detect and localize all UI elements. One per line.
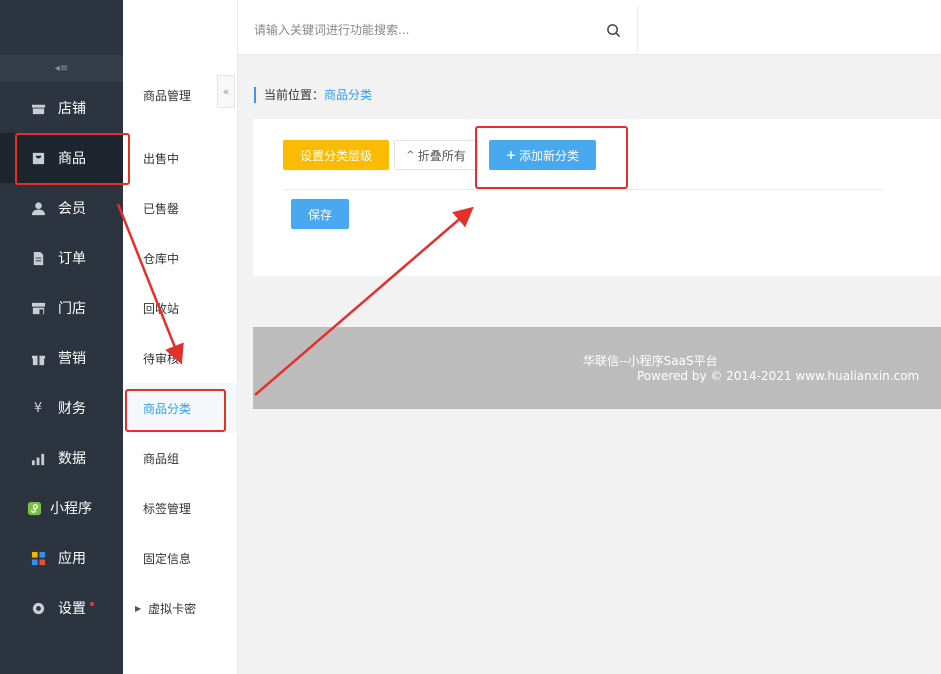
nav-item-store[interactable]: 门店: [0, 283, 123, 333]
nav-item-label: 财务: [58, 401, 86, 417]
nav-item-marketing[interactable]: 营销: [0, 333, 123, 383]
sub-item-label: 虚拟卡密: [148, 601, 197, 616]
sub-item-label: 已售罄: [143, 201, 180, 216]
nav-item-label: 店铺: [58, 101, 86, 117]
sub-item-label: 仓库中: [143, 251, 180, 266]
sub-sidebar: 商品管理 « 出售中 已售罄 仓库中 回收站 待审核 商品分类 商品组 标签管理…: [123, 0, 238, 674]
nav-item-apps[interactable]: 应用: [0, 533, 123, 583]
save-button[interactable]: 保存: [291, 199, 349, 229]
sub-item-goods-group[interactable]: 商品组: [123, 433, 237, 483]
shop-icon: [30, 100, 46, 116]
sub-item-label: 出售中: [143, 151, 180, 166]
breadcrumb-current[interactable]: 商品分类: [324, 88, 372, 102]
sub-item-label: 固定信息: [143, 551, 192, 566]
sidebar-collapse-toggle[interactable]: ◂≡: [0, 55, 123, 82]
sub-item-label: 待审核: [143, 351, 180, 366]
sub-item-tag-management[interactable]: 标签管理: [123, 483, 237, 533]
nav-item-label: 小程序: [50, 501, 92, 517]
nav-item-settings[interactable]: 设置: [0, 583, 123, 633]
footer-copyright: Powered by © 2014-2021 www.hualianxin.co…: [637, 369, 920, 383]
sub-item-warehouse[interactable]: 仓库中: [123, 233, 237, 283]
sub-item-label: 标签管理: [143, 501, 192, 516]
store-icon: [30, 300, 46, 316]
annotation-box-category: [125, 389, 226, 432]
apps-icon: [30, 550, 46, 566]
sub-item-sold-out[interactable]: 已售罄: [123, 183, 237, 233]
collapse-all-button[interactable]: ^ 折叠所有: [394, 140, 478, 170]
sub-sidebar-title: 商品管理: [143, 89, 192, 103]
nav-item-label: 订单: [58, 251, 86, 267]
chevron-up-icon: ^: [406, 149, 415, 161]
divider: [283, 189, 883, 190]
search-input[interactable]: [254, 21, 584, 39]
nav-item-shop[interactable]: 店铺: [0, 83, 123, 133]
nav-item-label: 应用: [58, 551, 86, 567]
footer: 华联信--小程序SaaS平台 Powered by © 2014-2021 ww…: [253, 327, 941, 409]
nav-item-finance[interactable]: ¥ 财务: [0, 383, 123, 433]
annotation-box-add-category: [475, 126, 628, 189]
gift-icon: [30, 350, 46, 366]
breadcrumb: 当前位置：商品分类: [254, 87, 372, 103]
sub-item-fixed-info[interactable]: 固定信息: [123, 533, 237, 583]
nav-item-label: 设置: [58, 601, 86, 617]
miniprogram-icon: [26, 500, 42, 516]
button-label: 保存: [307, 207, 332, 222]
main-sidebar: ◂≡ 店铺 商品 会员 订单 门店 营销 ¥ 财务 数据 小程序 应用 设置: [0, 0, 123, 674]
nav-item-label: 营销: [58, 351, 86, 367]
search-bar: [238, 6, 638, 55]
user-icon: [30, 200, 46, 216]
gear-icon: [30, 600, 46, 616]
button-label: 折叠所有: [417, 148, 466, 163]
sub-item-label: 商品组: [143, 451, 180, 466]
nav-item-miniprogram[interactable]: 小程序: [0, 483, 123, 533]
nav-item-order[interactable]: 订单: [0, 233, 123, 283]
sub-item-label: 回收站: [143, 301, 180, 316]
sub-item-virtual-card[interactable]: ▶ 虚拟卡密: [123, 583, 237, 633]
logo-area: [0, 0, 123, 55]
double-chevron-left-icon: «: [222, 85, 230, 98]
sub-item-recycle-bin[interactable]: 回收站: [123, 283, 237, 333]
nav-item-data[interactable]: 数据: [0, 433, 123, 483]
nav-item-label: 门店: [58, 301, 86, 317]
sub-item-on-sale[interactable]: 出售中: [123, 133, 237, 183]
top-bar: [123, 0, 941, 55]
annotation-box-goods: [15, 133, 130, 185]
footer-platform-name: 华联信--小程序SaaS平台: [583, 354, 718, 368]
search-icon[interactable]: [606, 23, 621, 38]
button-label: 设置分类层级: [299, 148, 372, 163]
caret-right-icon: ▶: [135, 603, 142, 613]
nav-item-label: 会员: [58, 201, 86, 217]
nav-item-member[interactable]: 会员: [0, 183, 123, 233]
set-category-level-button[interactable]: 设置分类层级: [283, 140, 389, 170]
chart-icon: [30, 450, 46, 466]
money-bag-icon: ¥: [33, 400, 43, 416]
nav-item-label: 数据: [58, 451, 86, 467]
settings-notification-dot: [90, 602, 94, 606]
sub-item-pending-review[interactable]: 待审核: [123, 333, 237, 383]
sub-sidebar-collapse-button[interactable]: «: [217, 75, 235, 108]
breadcrumb-prefix: 当前位置：: [264, 88, 325, 102]
document-icon: [30, 250, 46, 266]
